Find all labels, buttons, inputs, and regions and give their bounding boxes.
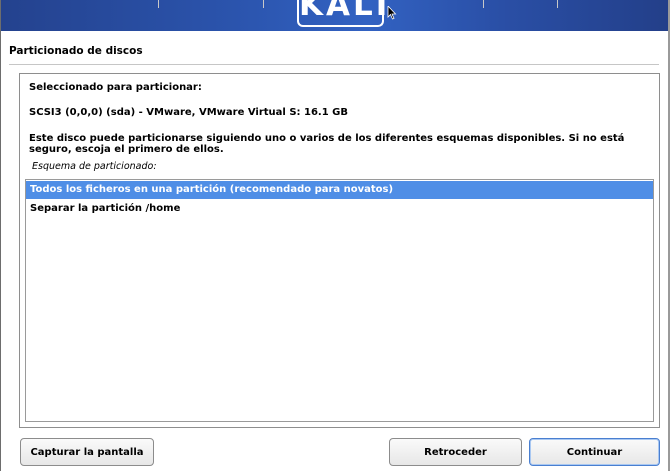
scheme-label: Esquema de particionado:: [32, 161, 157, 172]
back-button[interactable]: Retroceder: [389, 438, 522, 466]
banner-divider: [158, 0, 159, 8]
description-text: Este disco puede particionarse siguiendo…: [29, 133, 625, 155]
installer-banner: KALI: [1, 0, 668, 31]
selected-for-partition-label: Seleccionado para particionar:: [29, 82, 202, 93]
banner-divider: [483, 0, 484, 8]
window-frame-left: [0, 0, 1, 471]
title-divider: [9, 64, 659, 65]
disk-name: SCSI3 (0,0,0) (sda) - VMware, VMware Vir…: [29, 107, 348, 118]
list-item-guided-all-files[interactable]: Todos los ficheros en una partición (rec…: [26, 181, 653, 199]
mouse-pointer-icon: [387, 6, 397, 20]
list-item-separate-home[interactable]: Separar la partición /home: [26, 200, 653, 218]
banner-divider: [557, 0, 558, 8]
banner-divider: [263, 0, 264, 8]
continue-button[interactable]: Continuar: [529, 438, 660, 466]
content-panel: Seleccionado para particionar: SCSI3 (0,…: [19, 73, 660, 428]
screenshot-button[interactable]: Capturar la pantalla: [20, 438, 154, 466]
kali-logo: KALI: [297, 0, 391, 27]
kali-logo-text: KALI: [299, 0, 391, 23]
partition-scheme-list[interactable]: Todos los ficheros en una partición (rec…: [25, 179, 654, 422]
page-title: Particionado de discos: [9, 45, 143, 57]
